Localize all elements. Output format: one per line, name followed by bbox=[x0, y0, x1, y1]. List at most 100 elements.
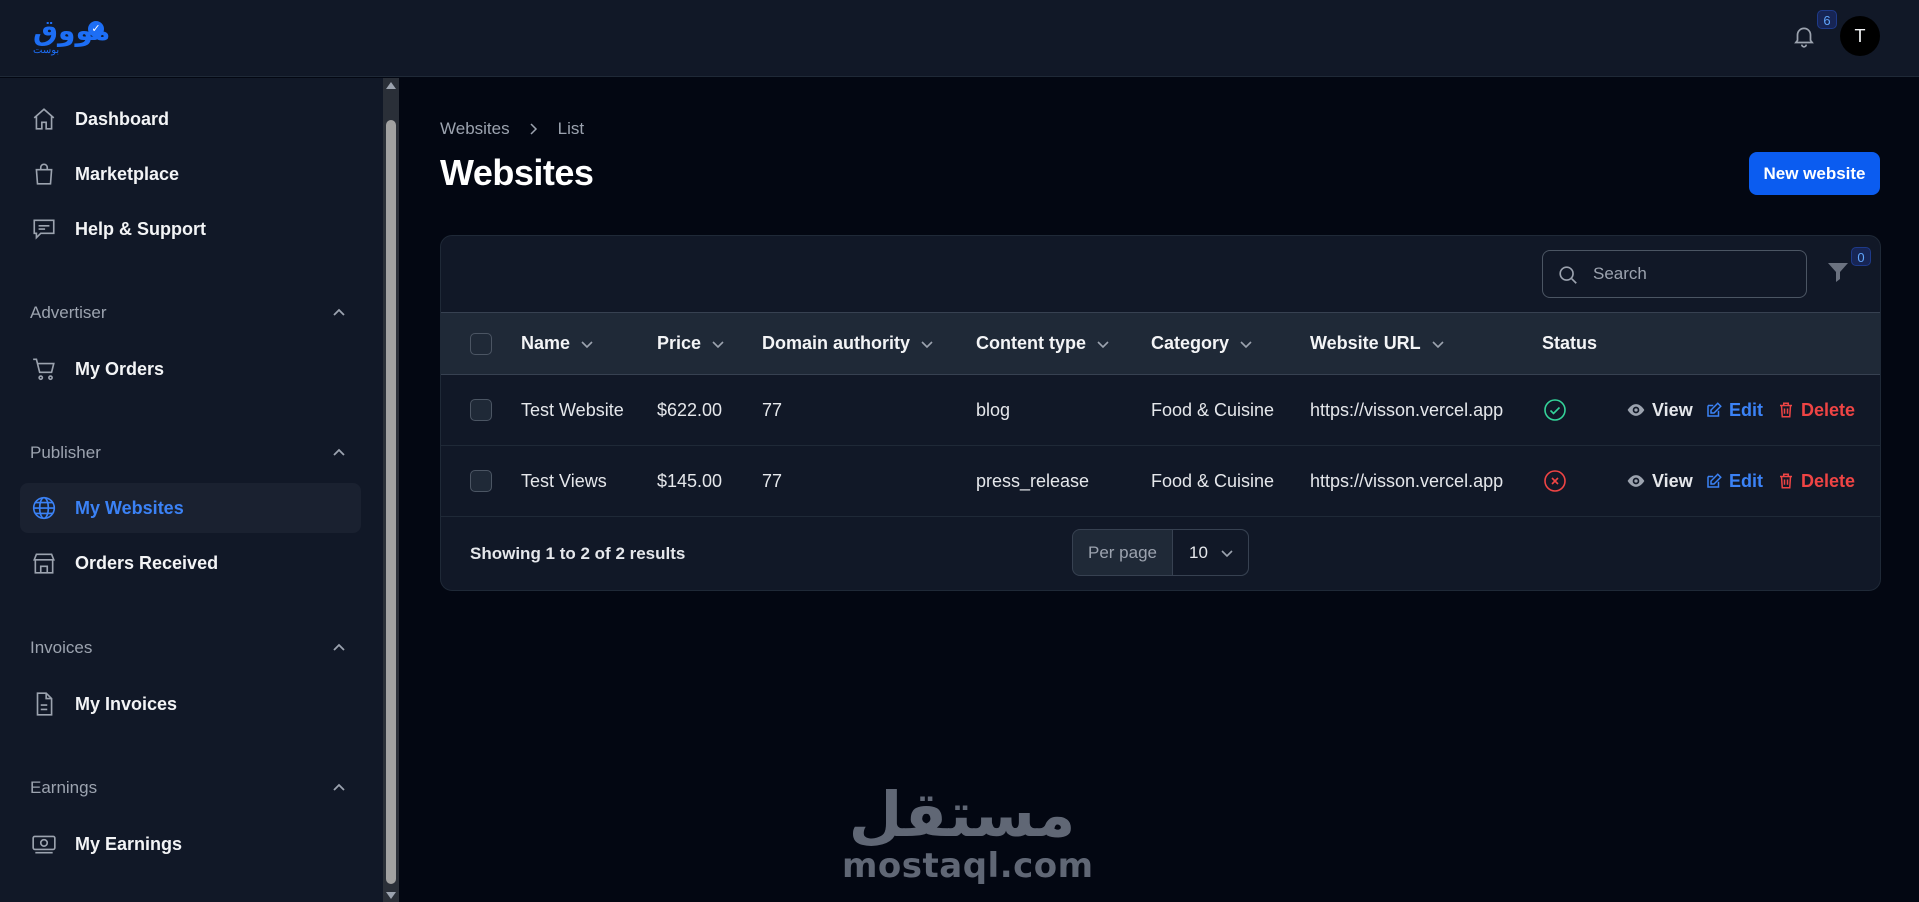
group-label-advertiser[interactable]: Advertiser bbox=[30, 303, 107, 323]
trash-icon bbox=[1780, 473, 1792, 489]
view-action[interactable]: View bbox=[1626, 375, 1693, 445]
cell-domain-authority: 77 bbox=[762, 399, 783, 420]
status-rejected-icon bbox=[1543, 446, 1567, 516]
delete-action[interactable]: Delete bbox=[1777, 375, 1855, 445]
row-checkbox[interactable] bbox=[470, 399, 492, 421]
chat-icon bbox=[30, 215, 58, 243]
cash-icon bbox=[30, 830, 58, 858]
watermark-arabic: مستقل bbox=[848, 778, 1076, 851]
cell-domain-authority: 77 bbox=[762, 470, 783, 491]
watermark: مستقل mostaql.com bbox=[842, 778, 1094, 887]
eye-icon bbox=[1627, 475, 1645, 487]
sidebar-item-my-websites[interactable]: My Websites bbox=[20, 483, 361, 533]
edit-action[interactable]: Edit bbox=[1705, 375, 1763, 445]
cell-content-type: press_release bbox=[976, 470, 1090, 491]
search-input[interactable] bbox=[1593, 261, 1793, 287]
logo-check-icon: ✓ bbox=[88, 21, 104, 37]
status-approved-icon bbox=[1543, 375, 1567, 445]
store-icon bbox=[30, 549, 58, 577]
new-website-button[interactable]: New website bbox=[1749, 152, 1880, 195]
search-icon bbox=[1559, 266, 1577, 284]
sort-chevron-icon bbox=[921, 340, 933, 348]
logo[interactable]: مووق ✓ بوست bbox=[33, 14, 111, 56]
search-box[interactable] bbox=[1542, 250, 1807, 298]
pencil-square-icon bbox=[1707, 473, 1722, 488]
sidebar-item-dashboard[interactable]: Dashboard bbox=[20, 94, 361, 144]
sidebar-item-orders-received[interactable]: Orders Received bbox=[20, 538, 361, 588]
per-page-label: Per page bbox=[1073, 530, 1173, 575]
sidebar: Dashboard Marketplace Help & Support Adv… bbox=[0, 78, 383, 902]
edit-action[interactable]: Edit bbox=[1705, 446, 1763, 516]
sidebar-item-label: My Orders bbox=[75, 358, 165, 379]
notification-count-badge: 6 bbox=[1817, 10, 1837, 29]
sidebar-item-label: Help & Support bbox=[75, 218, 206, 239]
sidebar-item-label: My Earnings bbox=[75, 833, 183, 854]
cell-website-url: https://visson.vercel.app bbox=[1310, 399, 1504, 420]
chevron-right-icon bbox=[530, 123, 537, 135]
cell-website-url: https://visson.vercel.app bbox=[1310, 470, 1504, 491]
cell-name: Test Views bbox=[521, 470, 607, 491]
sidebar-item-marketplace[interactable]: Marketplace bbox=[20, 149, 361, 199]
per-page-select[interactable]: 10 bbox=[1173, 530, 1248, 575]
group-label-publisher[interactable]: Publisher bbox=[30, 443, 101, 463]
sort-chevron-icon bbox=[712, 340, 724, 348]
chevron-down-icon bbox=[1221, 549, 1233, 557]
column-header-website-url[interactable]: Website URL bbox=[1310, 313, 1445, 374]
table-row: Test Website $622.00 77 blog Food & Cuis… bbox=[441, 375, 1880, 446]
sort-chevron-icon bbox=[1240, 340, 1252, 348]
cell-price: $145.00 bbox=[657, 470, 723, 491]
sort-chevron-icon bbox=[581, 340, 593, 348]
avatar[interactable]: T bbox=[1840, 16, 1880, 56]
sort-chevron-icon bbox=[1097, 340, 1109, 348]
sidebar-item-my-orders[interactable]: My Orders bbox=[20, 344, 361, 394]
column-header-name[interactable]: Name bbox=[521, 313, 594, 374]
chevron-up-icon[interactable] bbox=[331, 780, 347, 796]
column-header-status: Status bbox=[1542, 333, 1598, 353]
watermark-latin: mostaql.com bbox=[842, 846, 1094, 886]
trash-icon bbox=[1780, 402, 1792, 418]
view-action[interactable]: View bbox=[1626, 446, 1693, 516]
top-bar: مووق ✓ بوست 6 T bbox=[0, 0, 1919, 77]
filter-count-badge: 0 bbox=[1851, 247, 1871, 266]
column-header-category[interactable]: Category bbox=[1151, 313, 1253, 374]
breadcrumb: Websites List bbox=[440, 119, 584, 139]
chevron-up-icon[interactable] bbox=[331, 445, 347, 461]
websites-table-card: 0 Name Price Domain authority Content ty… bbox=[440, 235, 1881, 591]
sidebar-item-label: My Websites bbox=[75, 497, 184, 518]
bell-icon[interactable] bbox=[1791, 22, 1817, 50]
pencil-square-icon bbox=[1707, 402, 1722, 417]
scrollbar-thumb[interactable] bbox=[386, 120, 396, 884]
sidebar-item-my-invoices[interactable]: My Invoices bbox=[20, 679, 361, 729]
sidebar-item-label: My Invoices bbox=[75, 693, 178, 714]
table-row: Test Views $145.00 77 press_release Food… bbox=[441, 446, 1880, 517]
column-header-price[interactable]: Price bbox=[657, 313, 725, 374]
sidebar-item-label: Marketplace bbox=[75, 163, 180, 184]
page-title: Websites bbox=[440, 152, 594, 193]
cell-category: Food & Cuisine bbox=[1151, 399, 1275, 420]
sidebar-item-my-earnings[interactable]: My Earnings bbox=[20, 819, 361, 869]
scroll-up-arrow-icon[interactable] bbox=[386, 82, 396, 89]
document-icon bbox=[30, 690, 58, 718]
delete-action[interactable]: Delete bbox=[1777, 446, 1855, 516]
column-header-content-type[interactable]: Content type bbox=[976, 313, 1110, 374]
column-header-domain-authority[interactable]: Domain authority bbox=[762, 313, 934, 374]
home-icon bbox=[30, 105, 58, 133]
group-label-earnings[interactable]: Earnings bbox=[30, 778, 97, 798]
chevron-up-icon[interactable] bbox=[331, 305, 347, 321]
sidebar-scrollbar[interactable] bbox=[383, 78, 399, 902]
group-label-invoices[interactable]: Invoices bbox=[30, 638, 92, 658]
cart-icon bbox=[30, 355, 58, 383]
table-header: Name Price Domain authority Content type… bbox=[441, 312, 1880, 375]
sidebar-item-help-support[interactable]: Help & Support bbox=[20, 204, 361, 254]
globe-icon bbox=[30, 494, 58, 522]
row-checkbox[interactable] bbox=[470, 470, 492, 492]
breadcrumb-list: List bbox=[557, 119, 585, 138]
select-all-checkbox[interactable] bbox=[470, 333, 492, 355]
filter-icon[interactable] bbox=[1826, 260, 1850, 284]
chevron-up-icon[interactable] bbox=[331, 640, 347, 656]
breadcrumb-websites[interactable]: Websites bbox=[440, 119, 510, 139]
scroll-down-arrow-icon[interactable] bbox=[386, 892, 396, 899]
per-page-value: 10 bbox=[1189, 542, 1208, 562]
sidebar-item-label: Orders Received bbox=[75, 552, 219, 573]
per-page-control[interactable]: Per page 10 bbox=[1072, 529, 1249, 576]
